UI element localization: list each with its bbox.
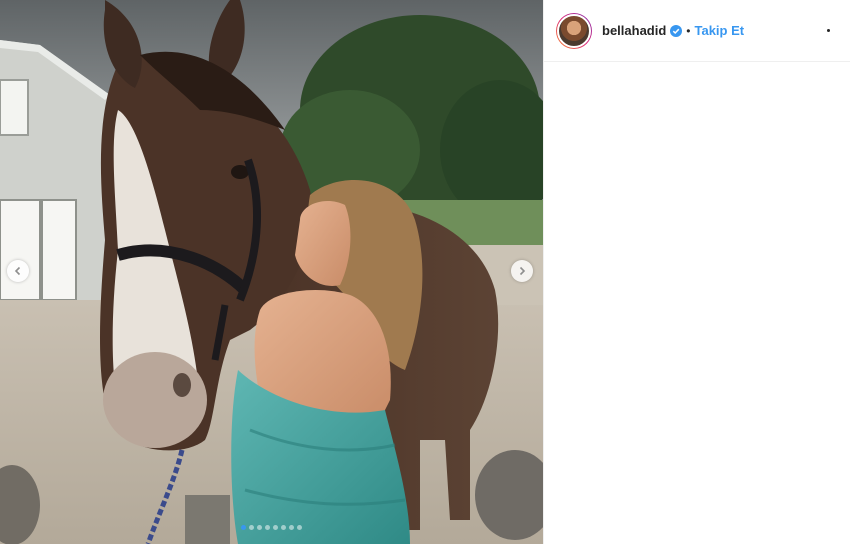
chevron-right-icon bbox=[517, 266, 527, 276]
carousel-indicator bbox=[0, 525, 543, 530]
follow-button[interactable]: Takip Et bbox=[695, 23, 745, 38]
carousel-dot bbox=[281, 525, 286, 530]
carousel-dot bbox=[241, 525, 246, 530]
carousel-dot bbox=[289, 525, 294, 530]
chevron-left-icon bbox=[13, 266, 23, 276]
more-options-icon bbox=[826, 29, 830, 32]
verified-badge-icon bbox=[670, 24, 683, 37]
instagram-post: bellahadid • Takip Et bbox=[0, 0, 850, 544]
carousel-dot bbox=[265, 525, 270, 530]
carousel-dot bbox=[257, 525, 262, 530]
separator-dot: • bbox=[686, 23, 691, 38]
post-sidebar: bellahadid • Takip Et bbox=[543, 0, 850, 544]
avatar[interactable] bbox=[556, 12, 592, 49]
more-options-button[interactable] bbox=[818, 21, 838, 41]
post-photo bbox=[0, 0, 543, 544]
carousel-next-button[interactable] bbox=[511, 260, 533, 282]
avatar-image bbox=[557, 13, 591, 48]
post-media[interactable] bbox=[0, 0, 543, 544]
post-header: bellahadid • Takip Et bbox=[544, 0, 850, 62]
carousel-dot bbox=[249, 525, 254, 530]
carousel-dot bbox=[273, 525, 278, 530]
user-info: bellahadid • Takip Et bbox=[602, 23, 818, 38]
carousel-prev-button[interactable] bbox=[7, 260, 29, 282]
carousel-dot bbox=[297, 525, 302, 530]
username-link[interactable]: bellahadid bbox=[602, 23, 666, 38]
